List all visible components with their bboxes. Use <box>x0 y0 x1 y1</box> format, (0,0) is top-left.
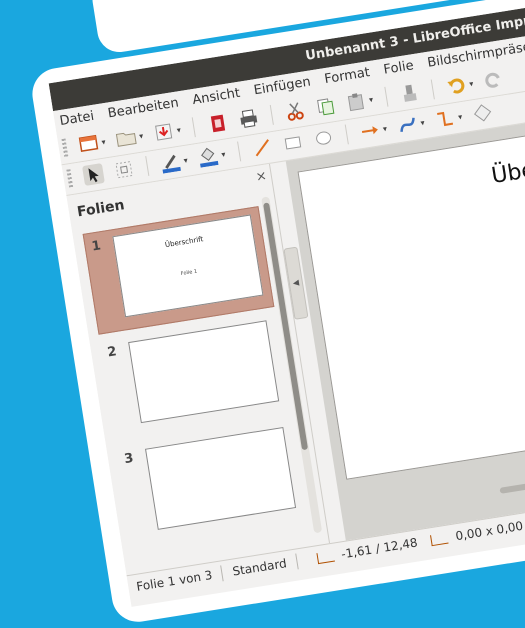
slide-preview <box>144 426 297 530</box>
slide-canvas[interactable]: Überschrift <box>297 102 525 480</box>
slide-thumbnail-3[interactable]: 3 <box>116 420 305 546</box>
undo-icon[interactable] <box>445 74 468 97</box>
slide-title-text[interactable]: Überschrift <box>490 145 525 189</box>
size-icon <box>430 532 449 546</box>
basic-shapes-icon[interactable] <box>472 101 495 124</box>
toolbar-grip[interactable] <box>66 169 74 188</box>
slide-preview-body: Folie 1 <box>180 268 198 278</box>
slide-number: 3 <box>123 450 135 468</box>
slide-thumbnail-1[interactable]: 1 Überschrift Folie 1 <box>82 206 275 335</box>
slide-number: 2 <box>106 344 118 361</box>
fill-color-dropdown-icon[interactable]: ▾ <box>221 149 226 159</box>
save-dropdown-icon[interactable]: ▾ <box>176 125 181 135</box>
connector-dropdown-icon[interactable]: ▾ <box>457 112 462 122</box>
slide-preview: Überschrift Folie 1 <box>112 214 264 318</box>
ellipse-icon[interactable] <box>312 127 335 150</box>
select-arrow-icon[interactable] <box>82 163 105 186</box>
close-panel-icon[interactable]: × <box>255 169 268 186</box>
impress-window: Unbenannt 3 - LibreOffice Impress Datei … <box>48 0 525 607</box>
undo-dropdown-icon[interactable]: ▾ <box>469 79 474 89</box>
paste-icon[interactable] <box>345 90 368 113</box>
fill-color-icon[interactable] <box>197 145 220 168</box>
device-frame: Unbenannt 3 - LibreOffice Impress Datei … <box>28 0 525 626</box>
paste-dropdown-icon[interactable]: ▾ <box>368 94 373 104</box>
connector-icon[interactable] <box>434 107 457 130</box>
line-color-dropdown-icon[interactable]: ▾ <box>183 155 188 165</box>
new-presentation-icon[interactable] <box>77 132 100 155</box>
horizontal-scrollbar[interactable] <box>499 456 525 494</box>
open-folder-icon[interactable] <box>115 126 138 149</box>
slide-thumbnail-2[interactable]: 2 <box>100 313 289 439</box>
curve-dropdown-icon[interactable]: ▾ <box>420 118 425 128</box>
slides-panel: Folien × 1 Überschrift Folie 1 2 3 <box>66 163 331 576</box>
line-color-icon[interactable] <box>159 151 182 174</box>
export-pdf-icon[interactable] <box>206 112 229 135</box>
open-dropdown-icon[interactable]: ▾ <box>138 131 143 141</box>
line-icon[interactable] <box>251 136 274 159</box>
rectangle-icon[interactable] <box>281 132 304 155</box>
slides-panel-title: Folien <box>75 197 126 221</box>
save-icon[interactable] <box>153 121 176 144</box>
slide-preview <box>128 320 280 424</box>
print-icon[interactable] <box>237 107 260 130</box>
screenshot-scene: Unbenannt 3 - LibreOffice Impress Datei … <box>0 0 525 626</box>
redo-icon[interactable] <box>483 68 506 91</box>
arrow-dropdown-icon[interactable]: ▾ <box>382 124 387 134</box>
arrow-line-icon[interactable] <box>359 119 382 142</box>
slide-preview-title: Überschrift <box>164 235 204 250</box>
slide-workspace: Überschrift <box>285 97 525 541</box>
position-icon <box>315 550 335 564</box>
curve-icon[interactable] <box>396 113 419 136</box>
new-dropdown-icon[interactable]: ▾ <box>101 137 106 147</box>
slide-number: 1 <box>90 238 102 255</box>
toolbar-grip[interactable] <box>61 138 69 157</box>
cut-icon[interactable] <box>283 100 306 123</box>
zoom-pan-icon[interactable] <box>113 158 136 181</box>
clone-formatting-icon[interactable] <box>398 82 421 105</box>
copy-icon[interactable] <box>314 95 337 118</box>
